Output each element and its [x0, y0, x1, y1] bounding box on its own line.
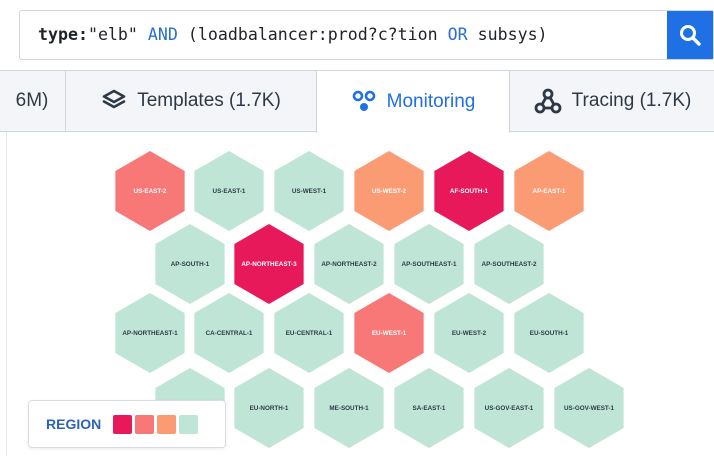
- region-hex[interactable]: AP-EAST-1: [514, 151, 584, 231]
- region-hex[interactable]: US-GOV-WEST-1: [554, 368, 624, 448]
- hex-label: EU-SOUTH-1: [530, 330, 569, 337]
- region-hex[interactable]: US-WEST-2: [354, 151, 424, 231]
- hex-label: US-EAST-2: [134, 188, 167, 195]
- hex-label: US-GOV-WEST-1: [564, 405, 615, 412]
- hex-label: AP-SOUTHEAST-1: [402, 261, 457, 268]
- region-hex[interactable]: AP-SOUTHEAST-1: [394, 224, 464, 304]
- hex-label: EU-NORTH-1: [250, 405, 289, 412]
- hex-label: AP-SOUTHEAST-2: [482, 261, 537, 268]
- region-hex[interactable]: EU-CENTRAL-1: [274, 293, 344, 373]
- legend-swatch-critical: [113, 414, 133, 434]
- region-hex[interactable]: AP-NORTHEAST-1: [115, 293, 185, 373]
- hex-label: AP-EAST-1: [533, 188, 566, 195]
- region-hex[interactable]: ME-SOUTH-1: [314, 368, 384, 448]
- hex-label: EU-WEST-2: [452, 330, 487, 337]
- hex-label: US-WEST-1: [292, 188, 327, 195]
- hex-label: AP-NORTHEAST-1: [122, 330, 178, 337]
- region-hex[interactable]: AP-NORTHEAST-2: [314, 224, 384, 304]
- region-hex[interactable]: AP-NORTHEAST-3: [234, 224, 304, 304]
- region-hex[interactable]: AF-SOUTH-1: [434, 151, 504, 231]
- region-hex[interactable]: AP-SOUTH-1: [155, 224, 225, 304]
- region-hex[interactable]: SA-EAST-1: [394, 368, 464, 448]
- region-hex[interactable]: CA-CENTRAL-1: [194, 293, 264, 373]
- region-hex[interactable]: US-EAST-2: [115, 151, 185, 231]
- hex-label: AP-NORTHEAST-2: [321, 261, 377, 268]
- hex-label: AP-SOUTH-1: [171, 261, 210, 268]
- legend-swatch-ok: [179, 414, 199, 434]
- hex-label: US-EAST-1: [213, 188, 246, 195]
- region-legend: REGION: [28, 400, 226, 448]
- hex-label: AP-NORTHEAST-3: [241, 261, 297, 268]
- hex-label: US-WEST-2: [372, 188, 407, 195]
- hex-label: US-GOV-EAST-1: [485, 405, 534, 412]
- hex-label: ME-SOUTH-1: [329, 405, 369, 412]
- region-hex[interactable]: EU-NORTH-1: [234, 368, 304, 448]
- hex-label: EU-CENTRAL-1: [286, 330, 333, 337]
- legend-swatch-medium: [157, 414, 177, 434]
- hex-label: CA-CENTRAL-1: [206, 330, 253, 337]
- legend-swatch-high: [135, 414, 155, 434]
- hex-label: AF-SOUTH-1: [450, 188, 489, 195]
- hex-label: EU-WEST-1: [372, 330, 407, 337]
- region-hex[interactable]: EU-WEST-2: [434, 293, 504, 373]
- region-hex[interactable]: US-EAST-1: [194, 151, 264, 231]
- region-hex[interactable]: EU-WEST-1: [354, 293, 424, 373]
- region-hex[interactable]: AP-SOUTHEAST-2: [474, 224, 544, 304]
- legend-title: REGION: [46, 416, 102, 432]
- region-hex[interactable]: US-WEST-1: [274, 151, 344, 231]
- region-honeycomb: US-EAST-2 US-EAST-1 US-WEST-1 US-WEST-2 AF-S…: [115, 151, 624, 448]
- region-hex[interactable]: EU-SOUTH-1: [514, 293, 584, 373]
- region-hex[interactable]: US-GOV-EAST-1: [474, 368, 544, 448]
- hex-label: SA-EAST-1: [413, 405, 446, 412]
